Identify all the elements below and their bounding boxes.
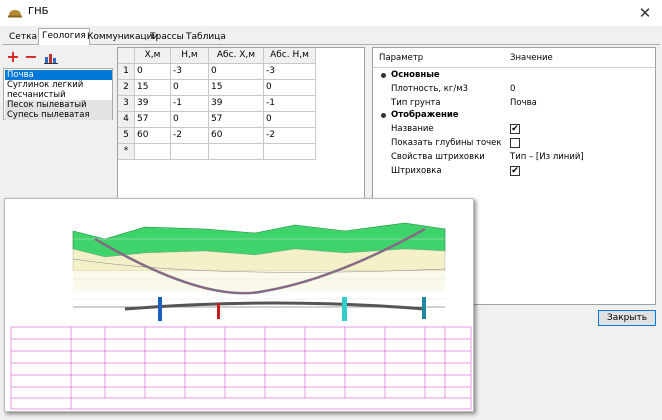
tab-routes[interactable]: Трассы [147, 30, 187, 45]
grid-cell[interactable]: 0 [209, 64, 264, 80]
collapse-bullet-icon[interactable] [381, 73, 386, 78]
row-header[interactable]: 1 [118, 64, 135, 80]
plan-marker [217, 303, 220, 319]
close-button[interactable]: Закрыть [598, 310, 656, 326]
property-value[interactable]: Почва [510, 98, 537, 108]
name-checkbox[interactable]: ✔ [510, 124, 520, 134]
grid-cell[interactable]: 0 [135, 64, 171, 80]
list-item[interactable]: Почва [5, 70, 112, 80]
grid-cell[interactable]: 60 [135, 128, 171, 144]
column-header-parameter: Параметр [379, 53, 424, 63]
row-header[interactable]: 5 [118, 128, 135, 144]
profile-table [10, 326, 472, 410]
grid-cell[interactable]: -1 [171, 96, 209, 112]
grid-cell[interactable] [209, 144, 264, 160]
grid-cell[interactable]: 57 [209, 112, 264, 128]
grid-cell[interactable]: -2 [264, 128, 316, 144]
grid-corner [118, 48, 135, 64]
grid-cell[interactable] [264, 144, 316, 160]
list-item[interactable]: Песок пылеватый [5, 100, 112, 110]
property-label: Название [391, 124, 434, 134]
layer-chart-icon[interactable] [44, 52, 58, 64]
grid-cell[interactable]: 60 [209, 128, 264, 144]
group-title-main[interactable]: Основные [391, 70, 440, 80]
grid-cell[interactable]: -3 [171, 64, 209, 80]
column-header-value: Значение [510, 53, 553, 63]
grid-cell[interactable]: 15 [135, 80, 171, 96]
tab-grid[interactable]: Сетка [6, 30, 40, 45]
property-value[interactable]: 0 [510, 84, 515, 94]
tab-geology[interactable]: Геология [38, 28, 90, 45]
plan-marker [422, 297, 426, 319]
group-title-display[interactable]: Отображение [391, 110, 459, 120]
property-label: Плотность, кг/м3 [391, 84, 469, 94]
window-close-icon[interactable]: ✕ [636, 4, 654, 22]
grid-cell[interactable]: 39 [209, 96, 264, 112]
tab-table[interactable]: Таблица [183, 30, 229, 45]
grid-cell[interactable]: 39 [135, 96, 171, 112]
grid-cell[interactable] [171, 144, 209, 160]
row-header[interactable]: 4 [118, 112, 135, 128]
grid-cell[interactable] [135, 144, 171, 160]
profile-drawing-preview [4, 198, 474, 412]
column-header[interactable]: Абс. X,м [209, 48, 264, 64]
list-item[interactable]: Супесь пылеватая [5, 110, 112, 120]
grid-cell[interactable]: 0 [264, 80, 316, 96]
grid-cell[interactable]: 0 [264, 112, 316, 128]
grid-cell[interactable]: 57 [135, 112, 171, 128]
list-item[interactable]: Суглинок легкий [5, 80, 112, 90]
list-item[interactable]: песчанистый [5, 90, 112, 100]
layers-list[interactable]: Почва Суглинок легкий песчанистый Песок … [3, 68, 113, 120]
new-row-marker[interactable]: * [118, 144, 135, 160]
hard-hat-icon [8, 10, 22, 18]
collapse-bullet-icon[interactable] [381, 113, 386, 118]
plan-marker [342, 297, 347, 321]
grid-cell[interactable]: -1 [264, 96, 316, 112]
column-header[interactable]: H,м [171, 48, 209, 64]
property-label: Тип грунта [391, 98, 441, 108]
hatching-checkbox[interactable]: ✔ [510, 166, 520, 176]
sand-layer [73, 271, 445, 291]
plan-pipe [124, 301, 426, 311]
grid-cell[interactable]: 15 [209, 80, 264, 96]
column-header[interactable]: X,м [135, 48, 171, 64]
row-header[interactable]: 3 [118, 96, 135, 112]
plan-marker [158, 297, 162, 321]
row-header[interactable]: 2 [118, 80, 135, 96]
add-layer-icon[interactable]: + [6, 49, 20, 65]
grid-cell[interactable]: 0 [171, 112, 209, 128]
profile-drawing [10, 222, 472, 410]
property-label: Показать глубины точек [391, 138, 502, 148]
title-bar [0, 0, 662, 26]
remove-layer-icon[interactable]: − [24, 49, 38, 65]
property-label: Штриховка [391, 166, 442, 176]
grid-cell[interactable]: -2 [171, 128, 209, 144]
grid-cell[interactable]: -3 [264, 64, 316, 80]
window-title: ГНБ [28, 6, 49, 17]
property-label: Свойства штриховки [391, 152, 485, 162]
header-divider [373, 67, 655, 68]
grid-cell[interactable]: 0 [171, 80, 209, 96]
show-depths-checkbox[interactable] [510, 138, 520, 148]
column-header[interactable]: Абс. H,м [264, 48, 316, 64]
property-value[interactable]: Тип – [Из линий] [510, 152, 584, 162]
